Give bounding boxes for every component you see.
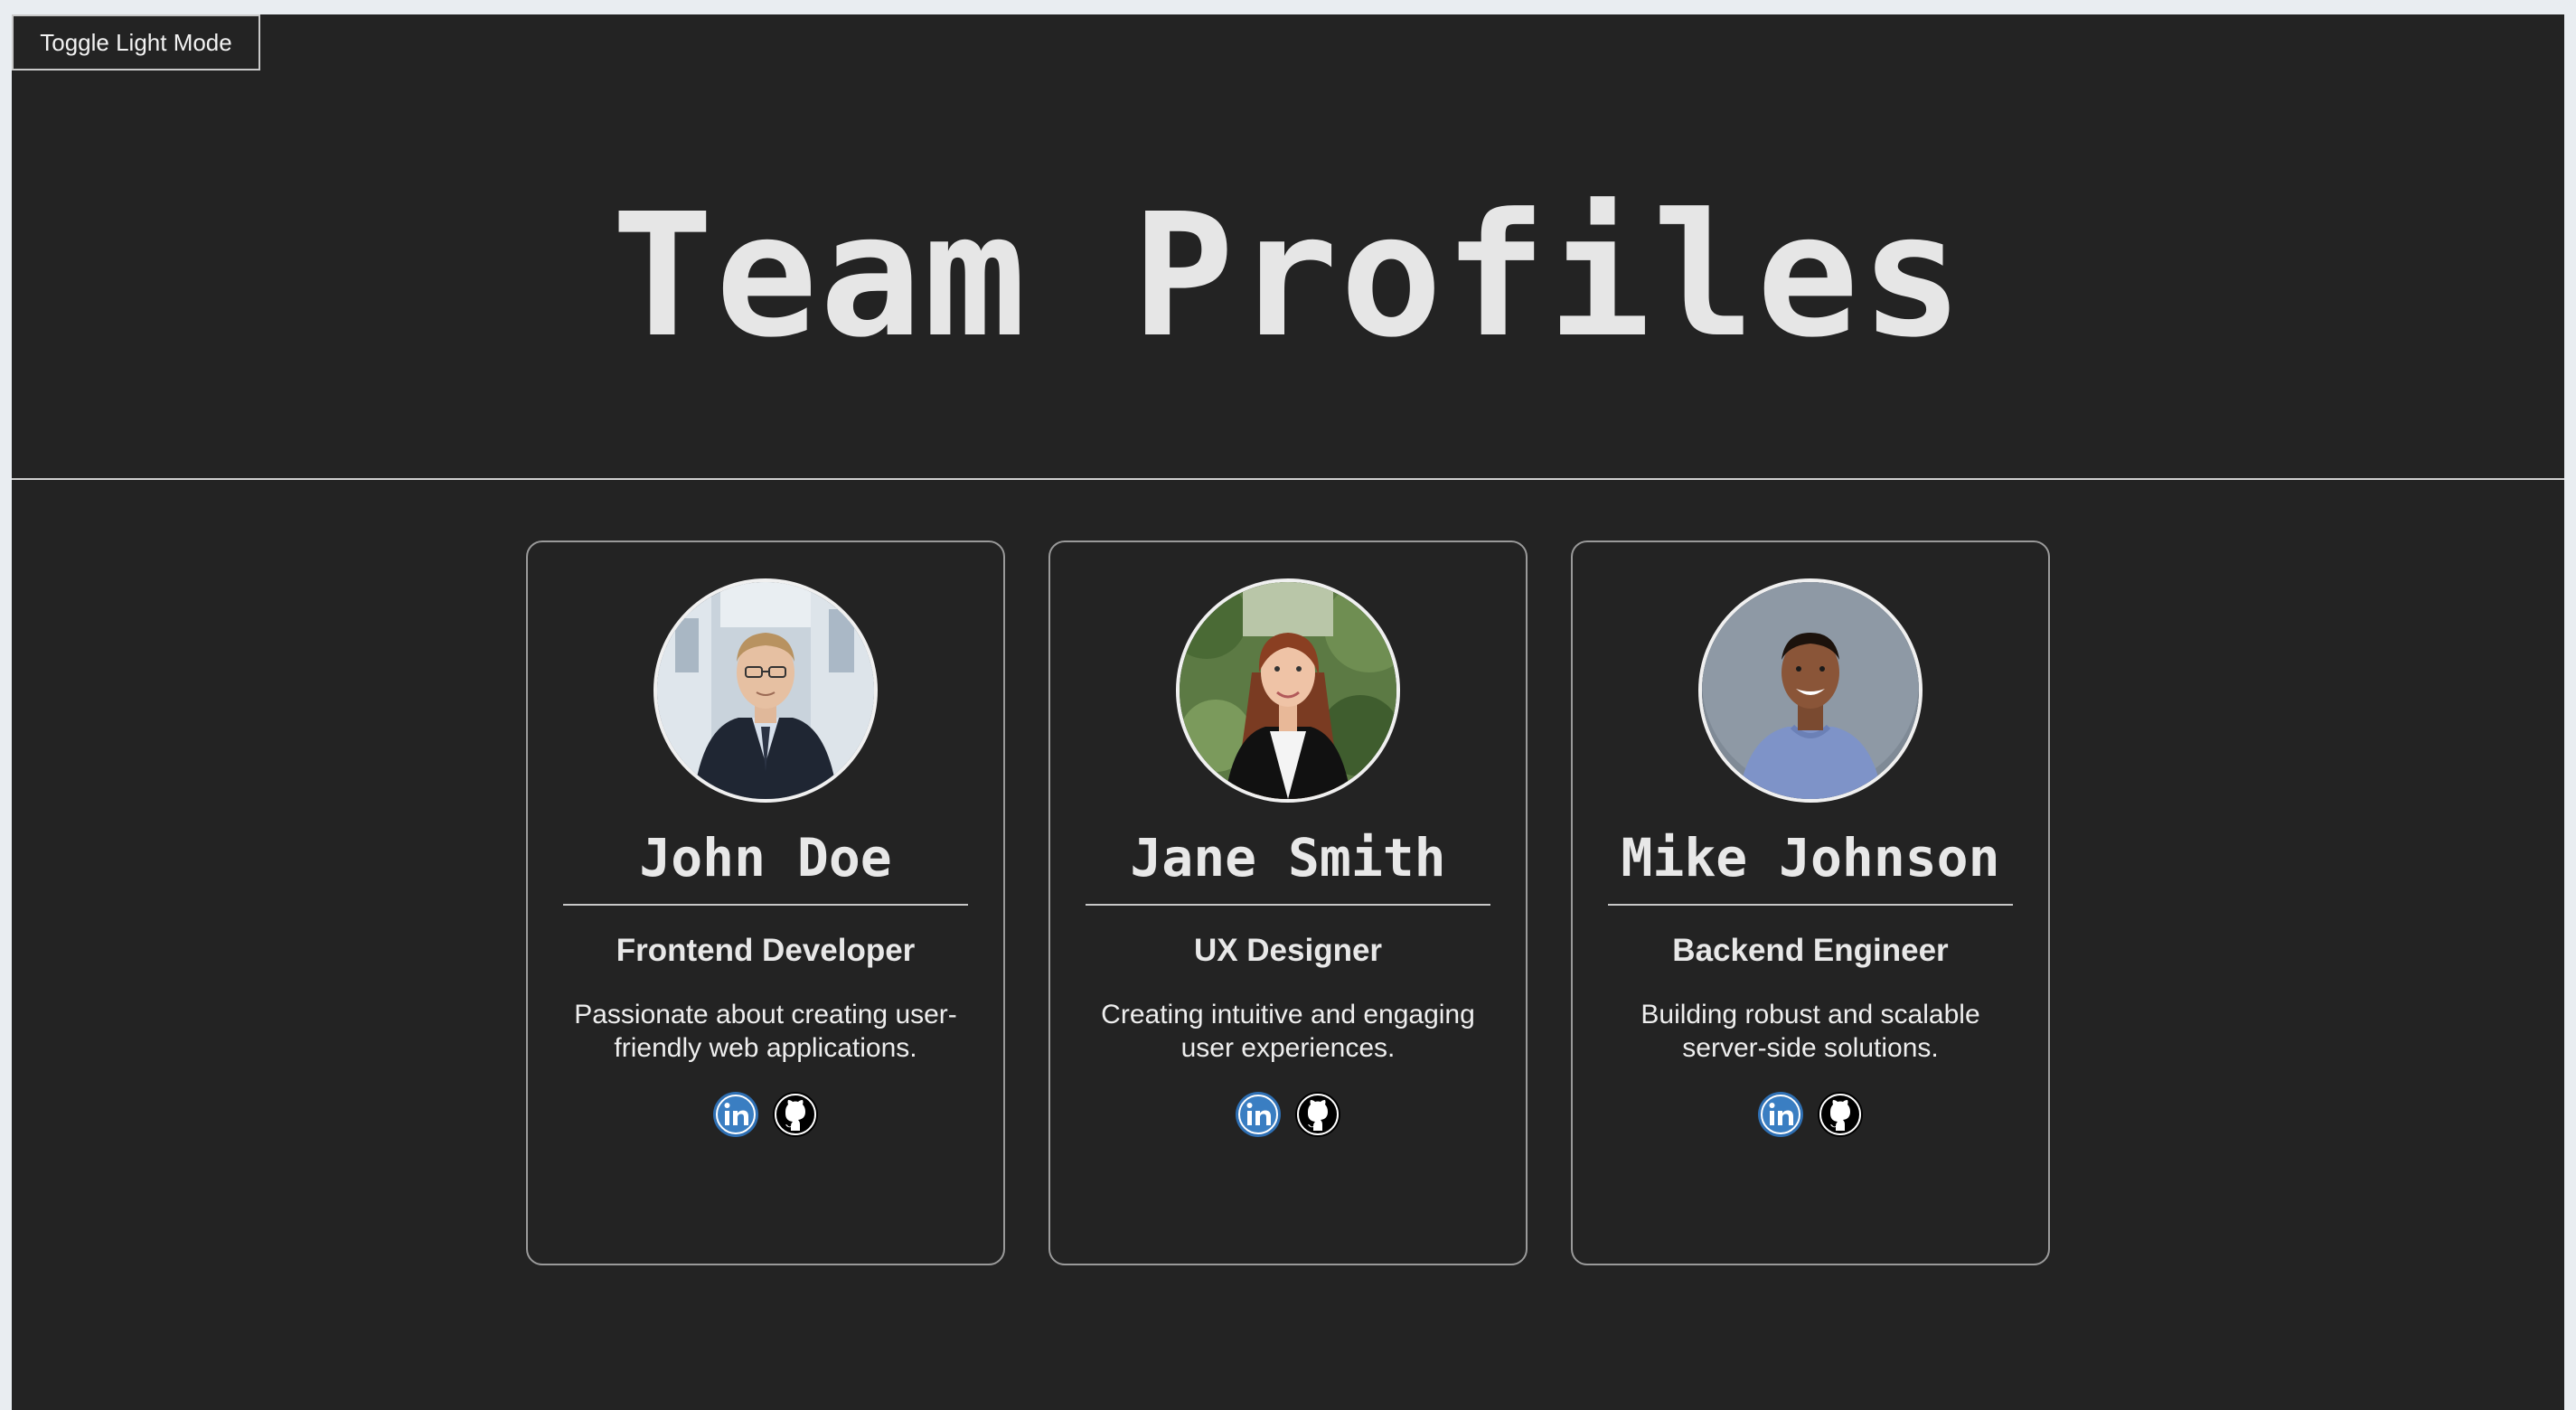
toggle-light-mode-button[interactable]: Toggle Light Mode (12, 14, 260, 70)
page-viewport: Team Profiles Toggle Light Mode John Doe… (12, 14, 2564, 1410)
profile-card: Jane Smith UX Designer Creating intuitiv… (1048, 540, 1528, 1265)
member-bio: Building robust and scalable server-side… (1641, 1000, 1980, 1063)
github-icon[interactable] (773, 1092, 818, 1137)
member-role: UX Designer (1193, 933, 1383, 968)
linkedin-icon[interactable] (713, 1092, 758, 1137)
linkedin-icon[interactable] (1758, 1092, 1803, 1137)
social-links (713, 1092, 818, 1137)
member-bio: Creating intuitive and engaging user exp… (1101, 1000, 1475, 1063)
avatar (653, 578, 878, 803)
man-in-tshirt-photo (1702, 582, 1919, 799)
woman-in-blazer-photo (1180, 582, 1396, 799)
github-icon[interactable] (1295, 1092, 1340, 1137)
social-links (1236, 1092, 1340, 1137)
profile-card: John Doe Frontend Developer Passionate a… (526, 540, 1005, 1265)
member-name: Jane Smith (1086, 826, 1490, 906)
man-in-suit-photo (657, 582, 874, 799)
profile-cards: John Doe Frontend Developer Passionate a… (12, 540, 2564, 1265)
member-bio: Passionate about creating user-friendly … (574, 1000, 957, 1063)
social-links (1758, 1092, 1863, 1137)
page-title: Team Profiles (611, 177, 1965, 375)
avatar (1698, 578, 1923, 803)
member-name: Mike Johnson (1608, 826, 2013, 906)
profile-card: Mike Johnson Backend Engineer Building r… (1571, 540, 2050, 1265)
linkedin-icon[interactable] (1236, 1092, 1281, 1137)
page-header: Team Profiles (12, 14, 2564, 480)
github-icon[interactable] (1818, 1092, 1863, 1137)
member-role: Backend Engineer (1672, 933, 1949, 968)
member-name: John Doe (563, 826, 968, 906)
avatar (1176, 578, 1400, 803)
member-role: Frontend Developer (616, 933, 916, 968)
